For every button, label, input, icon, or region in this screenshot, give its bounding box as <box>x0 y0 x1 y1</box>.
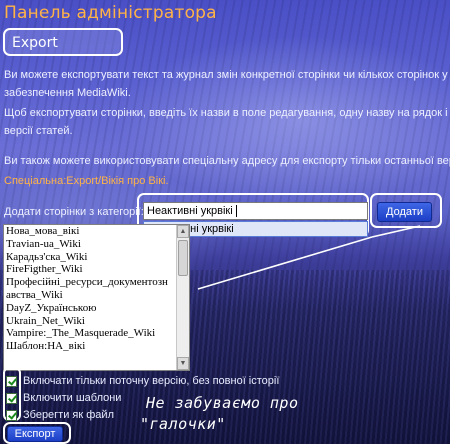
instructions-paragraph-line: версії статей. <box>4 125 73 137</box>
section-title-highlight: Export <box>3 28 123 56</box>
special-export-link[interactable]: Спеціальна:Export/Вікія про Вікі. <box>4 172 450 190</box>
option-label: Включити шаблони <box>23 392 122 404</box>
page-line: Нова_мова_вікі <box>6 225 80 237</box>
option-include-templates[interactable]: Включити шаблони <box>6 391 121 405</box>
intro-paragraph-line: забезпечення MediaWiki. <box>4 87 131 99</box>
chevron-down-icon[interactable]: ▼ <box>177 357 189 370</box>
connector-line-list <box>197 236 373 290</box>
handwritten-note: Не забуваємо про "галочки" <box>140 393 299 435</box>
intro-paragraph-line: Ви можете експортувати текст та журнал з… <box>4 69 450 81</box>
page-line: Travian-ua_Wiki <box>6 237 81 250</box>
page-line: Vampire:_The_Masquerade_Wiki <box>6 327 156 340</box>
section-title: Export <box>12 35 58 51</box>
chevron-up-icon[interactable]: ▲ <box>177 225 189 238</box>
option-label: Включати тільки поточну версію, без повн… <box>23 375 280 387</box>
checkmark-icon[interactable] <box>6 409 17 421</box>
special-address-paragraph: Ви також можете використовувати спеціаль… <box>4 155 450 167</box>
scrollbar-thumb[interactable] <box>178 240 188 276</box>
page-line: Ukrain_Net_Wiki <box>6 314 85 327</box>
checkmark-icon[interactable] <box>6 375 17 387</box>
note-line: Не забуваємо про <box>146 394 299 412</box>
option-current-version[interactable]: Включати тільки поточну версію, без повн… <box>6 374 279 388</box>
page-line: Професійні_ресурси_документозн <box>6 276 168 289</box>
export-button[interactable]: Експорт <box>7 426 63 442</box>
option-label: Зберегти як файл <box>23 409 114 421</box>
pages-scrollbar[interactable]: ▲ ▼ <box>176 225 189 370</box>
page-line: Шаблон:НА_вікі <box>6 340 86 353</box>
category-input-value: Неактивні укрвікі <box>147 205 233 217</box>
pages-textarea[interactable]: Нова_мова_вікі Travian-ua_Wiki Карадьз'с… <box>3 224 190 371</box>
pages-list: Нова_мова_вікі Travian-ua_Wiki Карадьз'с… <box>6 225 176 370</box>
add-category-label: Додати сторінки з категорії: <box>4 206 144 218</box>
page-line: DayZ_Українською <box>6 301 97 314</box>
checkmark-icon[interactable] <box>6 392 17 404</box>
option-save-as-file[interactable]: Зберегти як файл <box>6 408 114 422</box>
note-line: "галочки" <box>140 415 226 433</box>
text-caret <box>235 205 237 218</box>
category-input[interactable]: Неактивні укрвікі <box>143 202 368 220</box>
instructions-paragraph-line: Щоб експортувати сторінки, введіть їх на… <box>4 107 450 119</box>
page-title: Панель адміністратора <box>4 3 217 23</box>
add-category-button[interactable]: Додати <box>377 202 432 222</box>
page-line: Карадьз'ска_Wiki <box>6 250 88 263</box>
page-line: FireFigther_Wiki <box>6 263 83 276</box>
page-line: авства_Wiki <box>6 288 63 301</box>
